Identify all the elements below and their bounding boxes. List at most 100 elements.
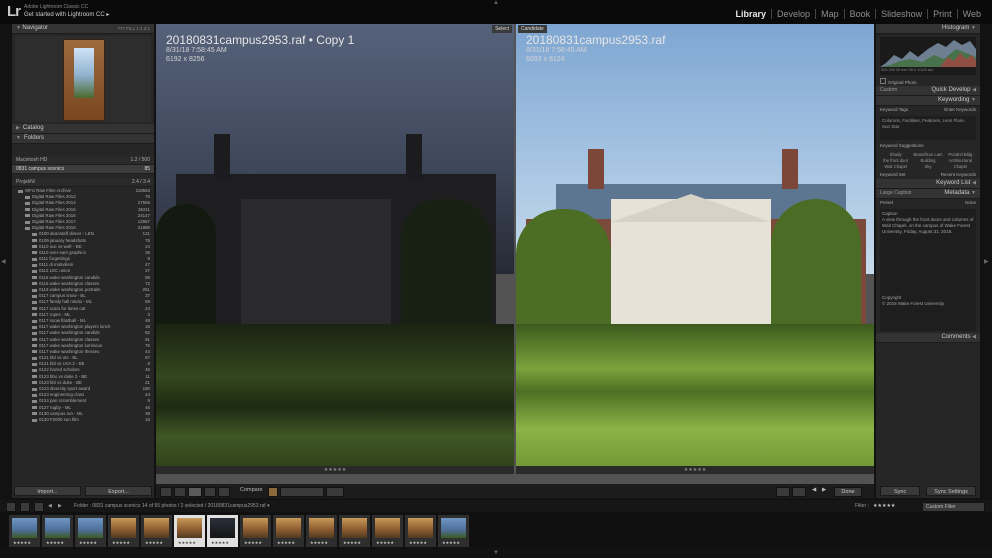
right-panel-toggle-icon[interactable]: ▶ (984, 258, 989, 265)
thumbnail-rating[interactable]: ★★★★★ (13, 540, 31, 545)
caption-text[interactable]: A view through the front doors and colum… (882, 217, 974, 235)
done-button[interactable]: Done (834, 487, 862, 497)
navigator-zoom-options[interactable]: FIT FILL 1:1 3:1 (118, 24, 150, 33)
keyword-suggestion[interactable]: the front door (880, 158, 911, 163)
thumbnail-rating[interactable]: ★★★★★ (343, 540, 361, 545)
thumbnail-rating[interactable]: ★★★★★ (277, 540, 295, 545)
left-panel-toggle-icon[interactable]: ◀ (1, 258, 6, 265)
keyword-suggestion[interactable]: Chapel (945, 164, 976, 169)
module-map[interactable]: Map (816, 9, 845, 19)
keyword-suggestion[interactable]: Sky (912, 164, 943, 169)
quick-develop-header[interactable]: Custom Quick Develop ◀ (876, 86, 980, 96)
volume-macintosh-hd[interactable]: Macintosh HD 1.2 / 500 (12, 156, 154, 165)
keyword-suggestion[interactable]: Shady (880, 152, 911, 157)
filmstrip-toggle-icon[interactable]: ▼ (493, 550, 499, 556)
caption-field[interactable]: Caption A view through the front doors a… (880, 209, 976, 331)
thumbnail-rating[interactable]: ★★★★★ (442, 540, 460, 545)
thumbnail-rating[interactable]: ★★★★★ (79, 540, 97, 545)
filmstrip-thumbnail[interactable]: ★★★★★ (8, 514, 41, 548)
filmstrip-thumbnail[interactable]: ★★★★★ (173, 514, 206, 548)
keyword-set-row[interactable]: Keyword Set Recent Keywords (876, 171, 980, 179)
volume-projekni[interactable]: ProjekNi 2.4 / 3.4 (12, 178, 154, 187)
loupe-view-icon[interactable] (174, 487, 186, 497)
thumbnail-rating[interactable]: ★★★★★ (409, 540, 427, 545)
copyright-text[interactable]: © 2018 Wake Forest University (882, 301, 974, 307)
filmstrip-thumbnail[interactable]: ★★★★★ (107, 514, 140, 548)
thumbnail-rating[interactable]: ★★★★★ (145, 540, 163, 545)
swap-icon[interactable] (776, 487, 790, 497)
sync-settings-button[interactable]: Sync Settings (926, 486, 976, 496)
module-print[interactable]: Print (928, 9, 958, 19)
sync-zoom-button[interactable] (326, 487, 344, 497)
selected-folder-row[interactable]: 0831 campus scenics 85 (12, 165, 154, 174)
folders-header[interactable]: ▼ Folders (12, 134, 154, 144)
original-photo-toggle[interactable]: Original Photo (876, 78, 980, 86)
module-web[interactable]: Web (958, 9, 986, 19)
filmstrip-thumbnail[interactable]: ★★★★★ (371, 514, 404, 548)
thumbnail-rating[interactable]: ★★★★★ (310, 540, 328, 545)
filmstrip-thumbnail[interactable]: ★★★★★ (437, 514, 470, 548)
get-started-link[interactable]: Get started with Lightroom CC ▸ (24, 11, 109, 18)
keyword-tags-row[interactable]: Keyword Tags Enter Keywords (876, 106, 980, 114)
keyword-suggestion[interactable]: Building (912, 158, 943, 163)
keyword-suggestion[interactable]: Wait Chapel (880, 164, 911, 169)
back-arrow-icon[interactable]: ◀ (48, 503, 52, 509)
zoom-slider[interactable] (280, 487, 324, 497)
filmstrip-thumbnail[interactable]: ★★★★★ (305, 514, 338, 548)
keyword-tags-box[interactable]: Columns, Facilities, Features, Lens Flar… (880, 116, 976, 140)
thumbnail-rating[interactable]: ★★★★★ (211, 540, 229, 545)
keyword-suggestion[interactable]: Pundrel Bldg (945, 152, 976, 157)
people-view-icon[interactable] (218, 487, 230, 497)
select-photo-pane[interactable]: 20180831campus2953.raf • Copy 1 8/31/18 … (156, 24, 514, 474)
filmstrip-thumbnail[interactable]: ★★★★★ (74, 514, 107, 548)
survey-view-icon[interactable] (204, 487, 216, 497)
folder-row[interactable]: 0130 F2000 sun film 16 (12, 417, 154, 423)
next-arrow-icon[interactable]: ▶ (822, 487, 826, 493)
top-panel-toggle-icon[interactable]: ▲ (493, 0, 499, 6)
import-button[interactable]: Import... (14, 486, 81, 496)
previous-arrow-icon[interactable]: ◀ (812, 487, 816, 493)
candidate-photo-pane[interactable]: 20180831campus2953.raf 8/31/18 7:58:45 A… (516, 24, 874, 474)
keyword-list-header[interactable]: Keyword List ◀ (876, 179, 980, 189)
select-rating-bar[interactable]: ★★★★★ (156, 466, 514, 474)
thumbnail-rating[interactable]: ★★★★★ (178, 540, 196, 545)
filmstrip-thumbnail[interactable]: ★★★★★ (206, 514, 239, 548)
forward-arrow-icon[interactable]: ▶ (58, 503, 62, 509)
thumbnail-rating[interactable]: ★★★★★ (376, 540, 394, 545)
module-library[interactable]: Library (731, 9, 773, 19)
catalog-header[interactable]: ▶ Catalog (12, 124, 154, 134)
module-develop[interactable]: Develop (772, 9, 817, 19)
filmstrip-thumbnail[interactable]: ★★★★★ (404, 514, 437, 548)
filmstrip-thumbnail[interactable]: ★★★★★ (338, 514, 371, 548)
preset-row[interactable]: Preset None (876, 199, 980, 207)
thumbnail-rating[interactable]: ★★★★★ (112, 540, 130, 545)
filter-dropdown[interactable]: Custom Filter (922, 502, 985, 512)
rating-stars[interactable]: ★★★★★ (324, 467, 346, 473)
thumbnail-rating[interactable]: ★★★★★ (244, 540, 262, 545)
rating-stars[interactable]: ★★★★★ (684, 467, 706, 473)
keywording-header[interactable]: Keywording ▼ (876, 96, 980, 106)
main-window-icon[interactable] (6, 502, 16, 512)
filmstrip-thumbnail[interactable]: ★★★★★ (41, 514, 74, 548)
candidate-rating-bar[interactable]: ★★★★★ (516, 466, 874, 474)
metadata-header[interactable]: Large Caption Metadata ▼ (876, 189, 980, 199)
photo-count-info[interactable]: 14 of 55 photos / 2 selected / 20180831c… (142, 503, 270, 509)
source-path[interactable]: Folder : 0831 campus scenics (74, 503, 140, 509)
export-button[interactable]: Export... (85, 486, 152, 496)
make-select-icon[interactable] (792, 487, 806, 497)
module-book[interactable]: Book (845, 9, 877, 19)
keyword-suggestion[interactable]: Architectural (945, 158, 976, 163)
sync-button[interactable]: Sync (880, 486, 921, 496)
lock-icon[interactable] (268, 487, 278, 497)
thumbnail-rating[interactable]: ★★★★★ (46, 540, 64, 545)
grid-view-icon[interactable] (160, 487, 172, 497)
histogram-header[interactable]: Histogram ▼ (876, 24, 980, 34)
filmstrip-thumbnail[interactable]: ★★★★★ (272, 514, 305, 548)
filmstrip-thumbnail[interactable]: ★★★★★ (140, 514, 173, 548)
module-slideshow[interactable]: Slideshow (876, 9, 929, 19)
navigator-header[interactable]: ▼ Navigator FIT FILL 1:1 3:1 (12, 24, 154, 34)
filter-stars[interactable]: ★★★★★ (873, 503, 895, 509)
comments-header[interactable]: Comments ◀ (876, 333, 980, 343)
keyword-suggestion[interactable]: Board/Sun Lam (912, 152, 943, 157)
navigator-preview[interactable] (15, 36, 151, 122)
